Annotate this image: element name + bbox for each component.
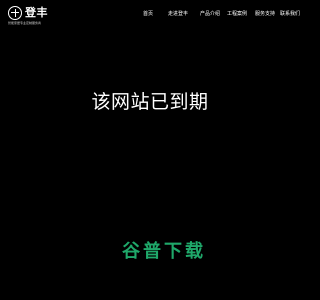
nav-item-cases[interactable]: 工程案例 <box>227 9 247 19</box>
nav-item-about[interactable]: 走进登丰 <box>168 9 188 19</box>
brand-tagline: 智能家居专业定制服务商 <box>8 21 42 25</box>
expired-message: 该网站已到期 <box>91 91 209 113</box>
nav-item-contact[interactable]: 联系我们 <box>280 9 300 19</box>
nav-item-products[interactable]: 产品介绍 <box>200 9 220 19</box>
nav-item-support[interactable]: 服务支持 <box>255 9 275 19</box>
nav-item-home[interactable]: 首页 <box>143 9 153 19</box>
main-nav: 首页 走进登丰 产品介绍 工程案例 服务支持 联系我们 <box>0 9 300 19</box>
header: 登丰 智能家居专业定制服务商 首页 走进登丰 产品介绍 工程案例 服务支持 联系… <box>0 0 300 30</box>
watermark-text: 谷普下载 <box>122 241 206 262</box>
